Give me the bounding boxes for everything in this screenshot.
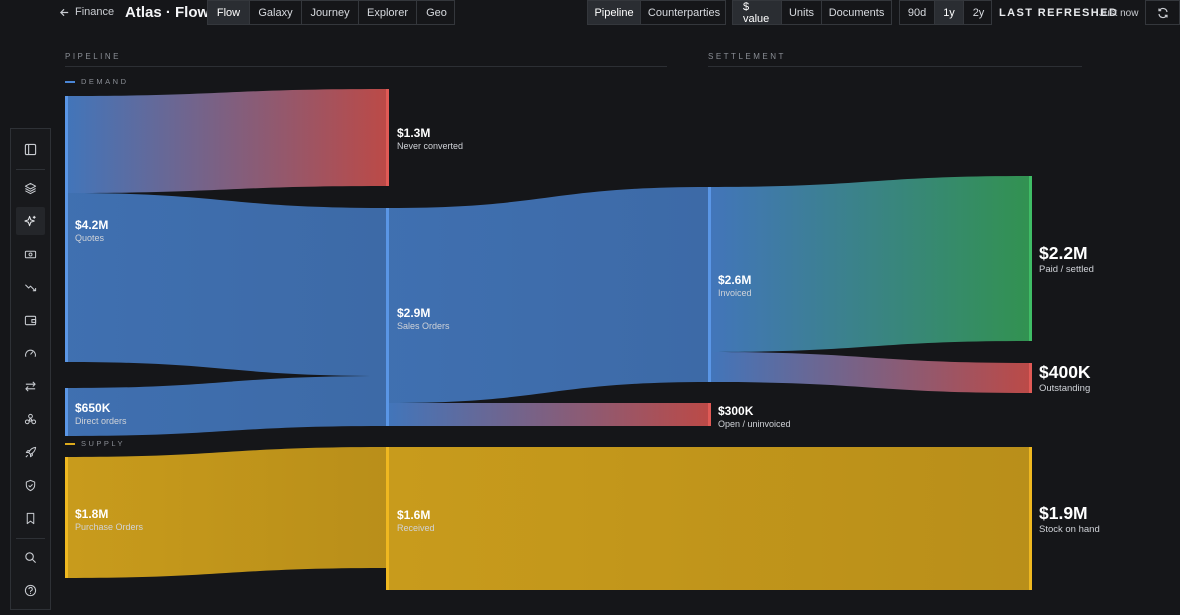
supply-swatch bbox=[65, 442, 75, 445]
link-sales-open bbox=[389, 403, 709, 426]
paid-settled-value: $2.2M bbox=[1039, 243, 1088, 263]
label-invoiced: $2.6M Invoiced bbox=[718, 273, 752, 298]
label-paid-settled: $2.2M Paid / settled bbox=[1039, 243, 1094, 276]
received-value: $1.6M bbox=[397, 508, 431, 522]
stock-on-hand-value: $1.9M bbox=[1039, 503, 1088, 523]
group-supply-label: SUPPLY bbox=[81, 439, 126, 448]
label-purchase-orders: $1.8M Purchase Orders bbox=[75, 507, 144, 532]
sales-orders-name: Sales Orders bbox=[397, 320, 450, 331]
node-invoiced[interactable] bbox=[708, 187, 711, 382]
group-demand: DEMAND bbox=[65, 77, 129, 86]
node-paid-settled[interactable] bbox=[1029, 176, 1032, 341]
purchase-orders-name: Purchase Orders bbox=[75, 521, 144, 532]
never-converted-value: $1.3M bbox=[397, 126, 431, 140]
label-stock-on-hand: $1.9M Stock on hand bbox=[1039, 503, 1100, 536]
node-quotes[interactable] bbox=[65, 96, 68, 362]
quotes-value: $4.2M bbox=[75, 218, 109, 232]
link-sales-invoiced bbox=[389, 187, 709, 403]
never-converted-name: Never converted bbox=[397, 140, 464, 151]
invoiced-name: Invoiced bbox=[718, 287, 752, 298]
label-open-uninvoiced: $300K Open / uninvoiced bbox=[718, 404, 791, 429]
demand-swatch bbox=[65, 80, 75, 83]
purchase-orders-value: $1.8M bbox=[75, 507, 109, 521]
label-received: $1.6M Received bbox=[397, 508, 435, 533]
link-quotes-never-converted bbox=[67, 89, 387, 193]
open-uninvoiced-name: Open / uninvoiced bbox=[718, 418, 791, 429]
node-sales-orders[interactable] bbox=[386, 208, 389, 426]
link-invoiced-outstanding bbox=[711, 352, 1031, 393]
node-never-converted[interactable] bbox=[386, 89, 389, 186]
link-quotes-sales-orders bbox=[67, 193, 387, 376]
group-supply: SUPPLY bbox=[65, 439, 125, 448]
flow-diagram bbox=[65, 89, 1032, 590]
label-direct-orders: $650K Direct orders bbox=[75, 401, 127, 426]
node-direct-orders[interactable] bbox=[65, 388, 68, 436]
stock-on-hand-name: Stock on hand bbox=[1039, 524, 1100, 536]
label-sales-orders: $2.9M Sales Orders bbox=[397, 306, 450, 331]
quotes-name: Quotes bbox=[75, 232, 105, 243]
paid-settled-name: Paid / settled bbox=[1039, 264, 1094, 276]
node-outstanding[interactable] bbox=[1029, 363, 1032, 393]
node-open-uninvoiced[interactable] bbox=[708, 403, 711, 426]
direct-orders-name: Direct orders bbox=[75, 415, 127, 426]
outstanding-value: $400K bbox=[1039, 362, 1091, 382]
node-received[interactable] bbox=[386, 447, 389, 590]
node-stock-on-hand[interactable] bbox=[1029, 447, 1032, 590]
link-received-stock bbox=[389, 447, 1031, 590]
group-demand-label: DEMAND bbox=[81, 77, 129, 86]
open-uninvoiced-value: $300K bbox=[718, 404, 754, 418]
link-invoiced-paid bbox=[711, 176, 1031, 352]
outstanding-name: Outstanding bbox=[1039, 383, 1091, 395]
node-purchase-orders[interactable] bbox=[65, 457, 68, 578]
label-outstanding: $400K Outstanding bbox=[1039, 362, 1091, 395]
label-quotes: $4.2M Quotes bbox=[75, 218, 109, 243]
direct-orders-value: $650K bbox=[75, 401, 111, 415]
sales-orders-value: $2.9M bbox=[397, 306, 431, 320]
received-name: Received bbox=[397, 522, 435, 533]
invoiced-value: $2.6M bbox=[718, 273, 752, 287]
label-never-converted: $1.3M Never converted bbox=[397, 126, 464, 151]
